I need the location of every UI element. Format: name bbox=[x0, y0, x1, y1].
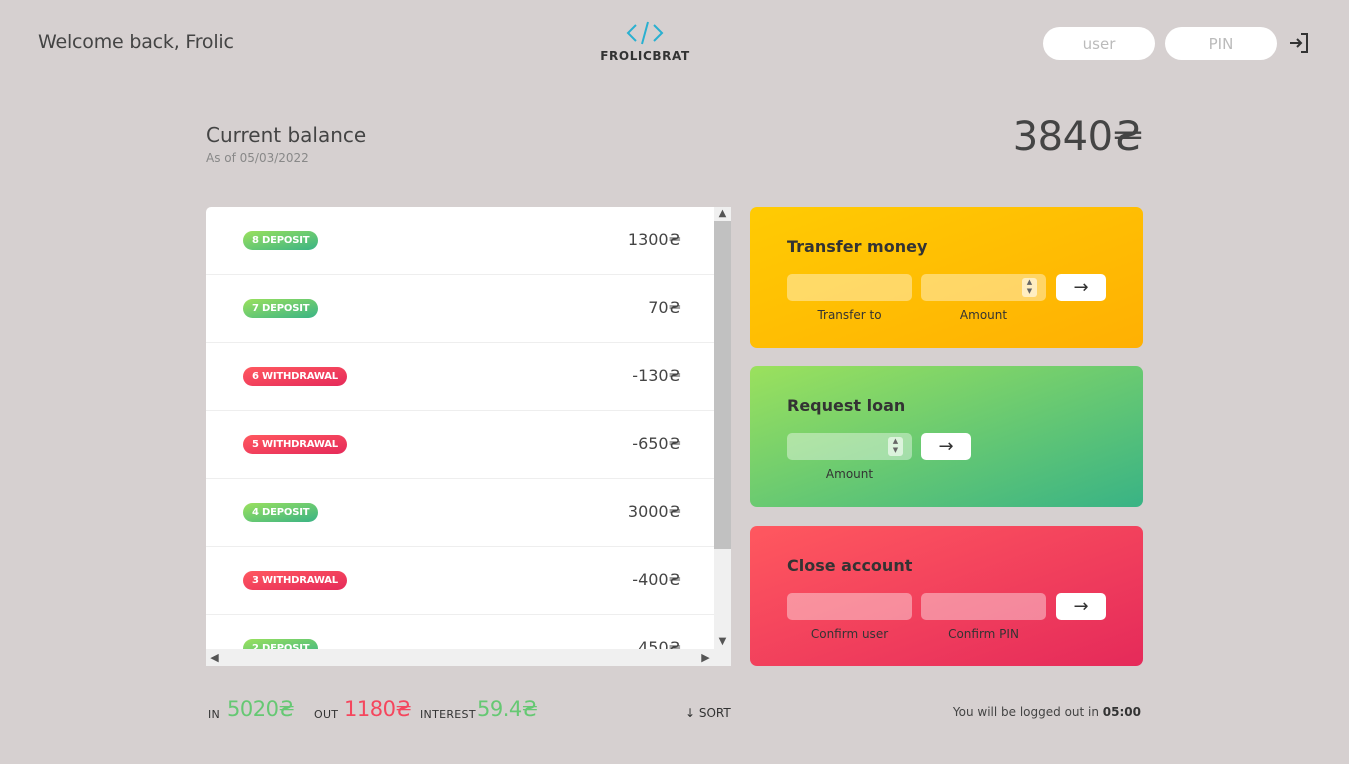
scroll-up-icon[interactable]: ▲ bbox=[714, 207, 731, 221]
transfer-amount-label: Amount bbox=[959, 308, 1008, 322]
movement-value: 1300₴ bbox=[627, 230, 681, 249]
stepper-icon[interactable]: ▲ ▼ bbox=[888, 437, 903, 456]
code-icon bbox=[626, 21, 664, 45]
summary-out-value: 1180₴ bbox=[344, 697, 412, 721]
stepper-icon[interactable]: ▲ ▼ bbox=[1022, 278, 1037, 297]
summary-out-label: OUT bbox=[314, 708, 339, 721]
vertical-scrollbar[interactable]: ▲ ▼ bbox=[714, 207, 731, 649]
scroll-left-icon[interactable]: ◀ bbox=[206, 649, 223, 666]
balance-date: As of 05/03/2022 bbox=[206, 151, 309, 165]
movement-row: 6 WITHDRAWAL -130₴ bbox=[206, 343, 714, 411]
logo-text: FROLICBRAT bbox=[600, 49, 690, 63]
loan-amount-input[interactable]: ▲ ▼ bbox=[787, 433, 912, 460]
login-button[interactable] bbox=[1287, 31, 1311, 55]
movement-type-badge: 5 WITHDRAWAL bbox=[243, 435, 347, 454]
movement-value: -650₴ bbox=[632, 434, 681, 453]
movement-type-badge: 2 DEPOSIT bbox=[243, 639, 319, 649]
loan-title: Request loan bbox=[787, 396, 906, 415]
movement-row: 5 WITHDRAWAL -650₴ bbox=[206, 411, 714, 479]
logout-timer: You will be logged out in 05:00 bbox=[953, 705, 1141, 719]
movement-type-badge: 4 DEPOSIT bbox=[243, 503, 319, 522]
transfer-panel: Transfer money ▲ ▼ → Transfer to Amount bbox=[750, 207, 1143, 348]
summary-interest-label: INTEREST bbox=[420, 708, 476, 721]
close-account-panel: Close account → Confirm user Confirm PIN bbox=[750, 526, 1143, 666]
summary-in-label: IN bbox=[208, 708, 221, 721]
loan-amount-label: Amount bbox=[825, 467, 874, 481]
scrollbar-thumb[interactable] bbox=[714, 221, 731, 549]
transfer-to-label: Transfer to bbox=[817, 308, 882, 322]
movements-list: 8 DEPOSIT 1300₴ 7 DEPOSIT 70₴ 6 WITHDRAWAL -1… bbox=[206, 207, 731, 666]
summary-in-value: 5020₴ bbox=[227, 697, 295, 721]
sort-button[interactable]: ↓ SORT bbox=[685, 706, 731, 720]
movement-row: 4 DEPOSIT 3000₴ bbox=[206, 479, 714, 547]
balance-label: Current balance bbox=[206, 123, 367, 147]
movement-value: -130₴ bbox=[632, 366, 681, 385]
movement-row: 3 WITHDRAWAL -400₴ bbox=[206, 547, 714, 615]
transfer-to-input[interactable] bbox=[787, 274, 912, 301]
movement-type-badge: 6 WITHDRAWAL bbox=[243, 367, 347, 386]
close-pin-label: Confirm PIN bbox=[948, 627, 1019, 641]
login-user-input[interactable] bbox=[1043, 27, 1155, 60]
close-user-input[interactable] bbox=[787, 593, 912, 620]
movement-value: 450₴ bbox=[638, 638, 681, 649]
horizontal-scrollbar[interactable]: ◀ ▶ bbox=[206, 649, 731, 666]
movements-rows: 8 DEPOSIT 1300₴ 7 DEPOSIT 70₴ 6 WITHDRAWAL -1… bbox=[206, 207, 714, 649]
close-user-label: Confirm user bbox=[810, 627, 889, 641]
movement-row: 8 DEPOSIT 1300₴ bbox=[206, 207, 714, 275]
movement-type-badge: 8 DEPOSIT bbox=[243, 231, 319, 250]
logout-text: You will be logged out in bbox=[952, 705, 1103, 719]
close-submit-button[interactable]: → bbox=[1056, 593, 1106, 620]
loan-submit-button[interactable]: → bbox=[921, 433, 971, 460]
scroll-right-icon[interactable]: ▶ bbox=[697, 649, 714, 666]
movement-value: 3000₴ bbox=[627, 502, 681, 521]
summary-interest-value: 59.4₴ bbox=[477, 697, 538, 721]
login-pin-input[interactable] bbox=[1165, 27, 1277, 60]
movement-row: 2 DEPOSIT 450₴ bbox=[206, 615, 714, 649]
scroll-down-icon[interactable]: ▼ bbox=[714, 635, 731, 649]
transfer-submit-button[interactable]: → bbox=[1056, 274, 1106, 301]
login-icon bbox=[1290, 33, 1308, 53]
transfer-title: Transfer money bbox=[787, 237, 928, 256]
logo: FROLICBRAT bbox=[590, 20, 700, 63]
transfer-amount-input[interactable]: ▲ ▼ bbox=[921, 274, 1046, 301]
close-pin-input[interactable] bbox=[921, 593, 1046, 620]
movement-type-badge: 3 WITHDRAWAL bbox=[243, 571, 347, 590]
balance-value: 3840₴ bbox=[1012, 114, 1144, 160]
timer-value: 05:00 bbox=[1102, 705, 1141, 719]
welcome-message: Welcome back, Frolic bbox=[38, 31, 234, 53]
close-title: Close account bbox=[787, 556, 913, 575]
movement-value: -400₴ bbox=[632, 570, 681, 589]
movement-row: 7 DEPOSIT 70₴ bbox=[206, 275, 714, 343]
loan-panel: Request loan ▲ ▼ → Amount bbox=[750, 366, 1143, 507]
movement-type-badge: 7 DEPOSIT bbox=[243, 299, 319, 318]
movement-value: 70₴ bbox=[648, 298, 681, 317]
